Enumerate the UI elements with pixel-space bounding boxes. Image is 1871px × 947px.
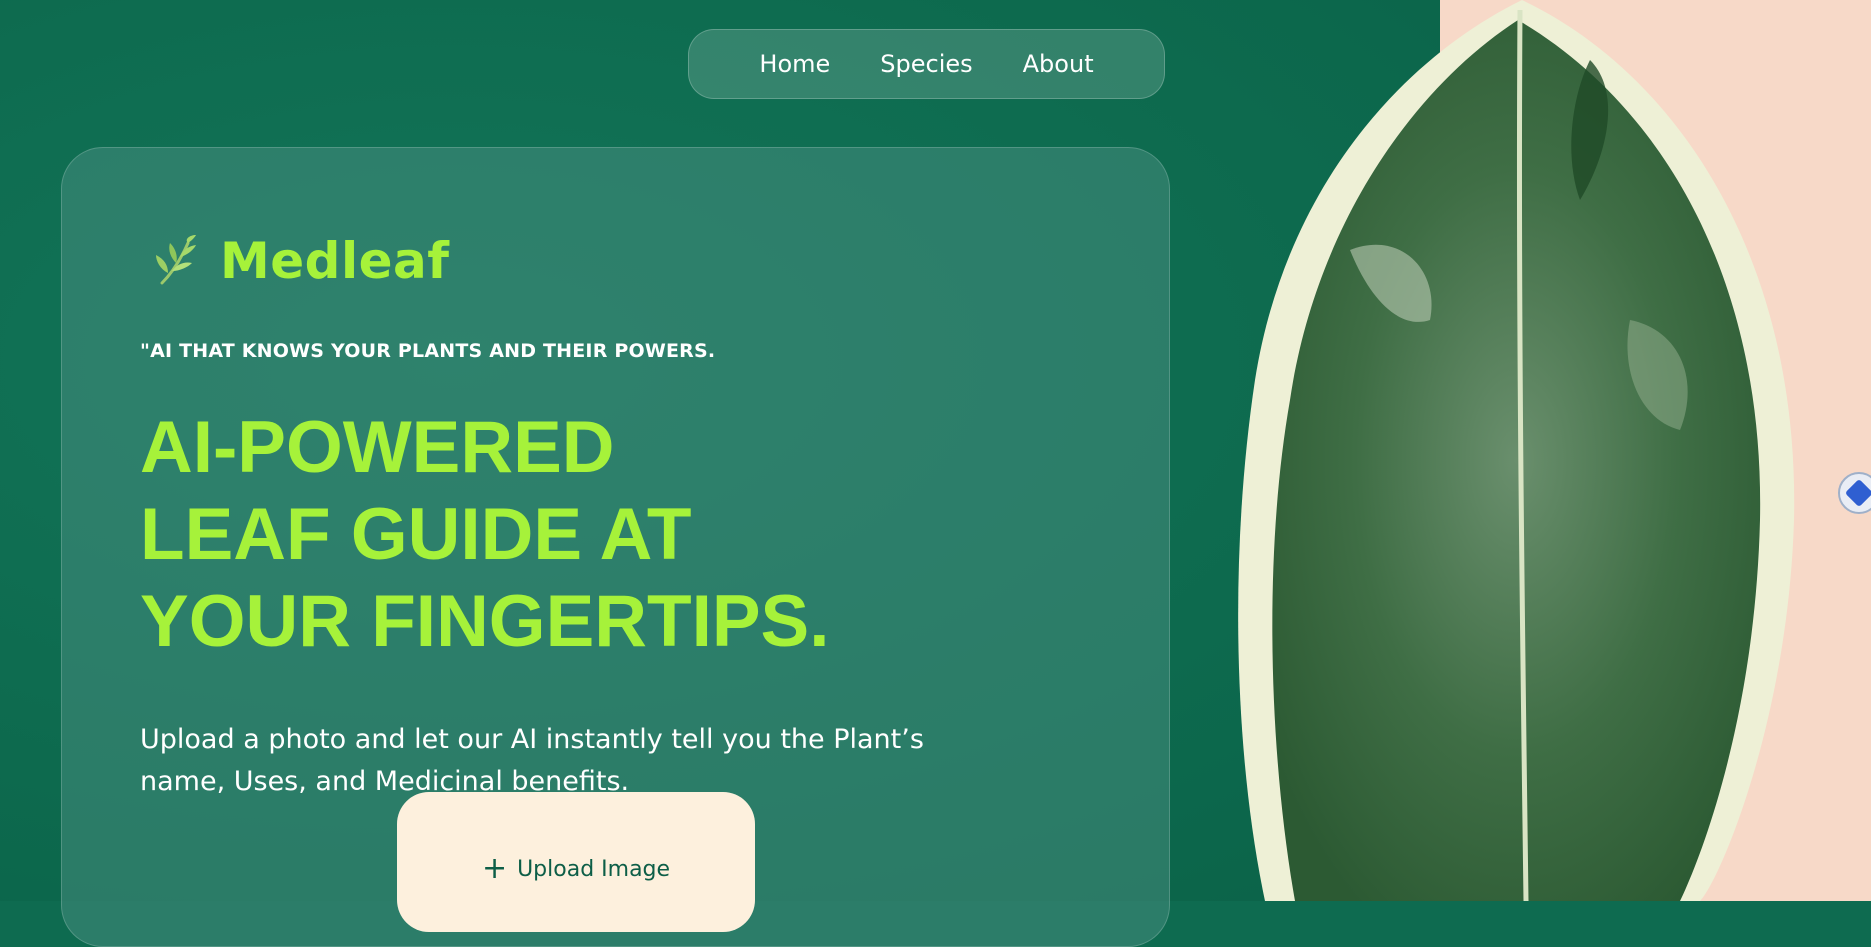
- tagline: "AI THAT KNOWS YOUR PLANTS AND THEIR POW…: [140, 340, 716, 362]
- brand-name: Medleaf: [220, 232, 450, 290]
- upload-image-button[interactable]: + Upload Image: [397, 792, 755, 932]
- brand[interactable]: Medleaf: [150, 232, 450, 290]
- nav-species[interactable]: Species: [880, 50, 972, 78]
- description: Upload a photo and let our AI instantly …: [140, 724, 924, 797]
- nav-about[interactable]: About: [1023, 50, 1094, 78]
- headline: AI-POWERED LEAF GUIDE AT YOUR FINGERTIPS…: [140, 404, 960, 665]
- headline-line-3: YOUR FINGERTIPS.: [140, 581, 830, 662]
- nav-home[interactable]: Home: [759, 50, 830, 78]
- headline-line-2: LEAF GUIDE AT: [140, 494, 692, 575]
- headline-line-1: AI-POWERED: [140, 407, 615, 488]
- plus-icon: +: [481, 851, 508, 886]
- top-nav: Home Species About: [688, 29, 1165, 99]
- leaf-photo: [1200, 0, 1820, 901]
- leaf-sprig-icon: [150, 233, 200, 289]
- upload-label: Upload Image: [517, 856, 671, 882]
